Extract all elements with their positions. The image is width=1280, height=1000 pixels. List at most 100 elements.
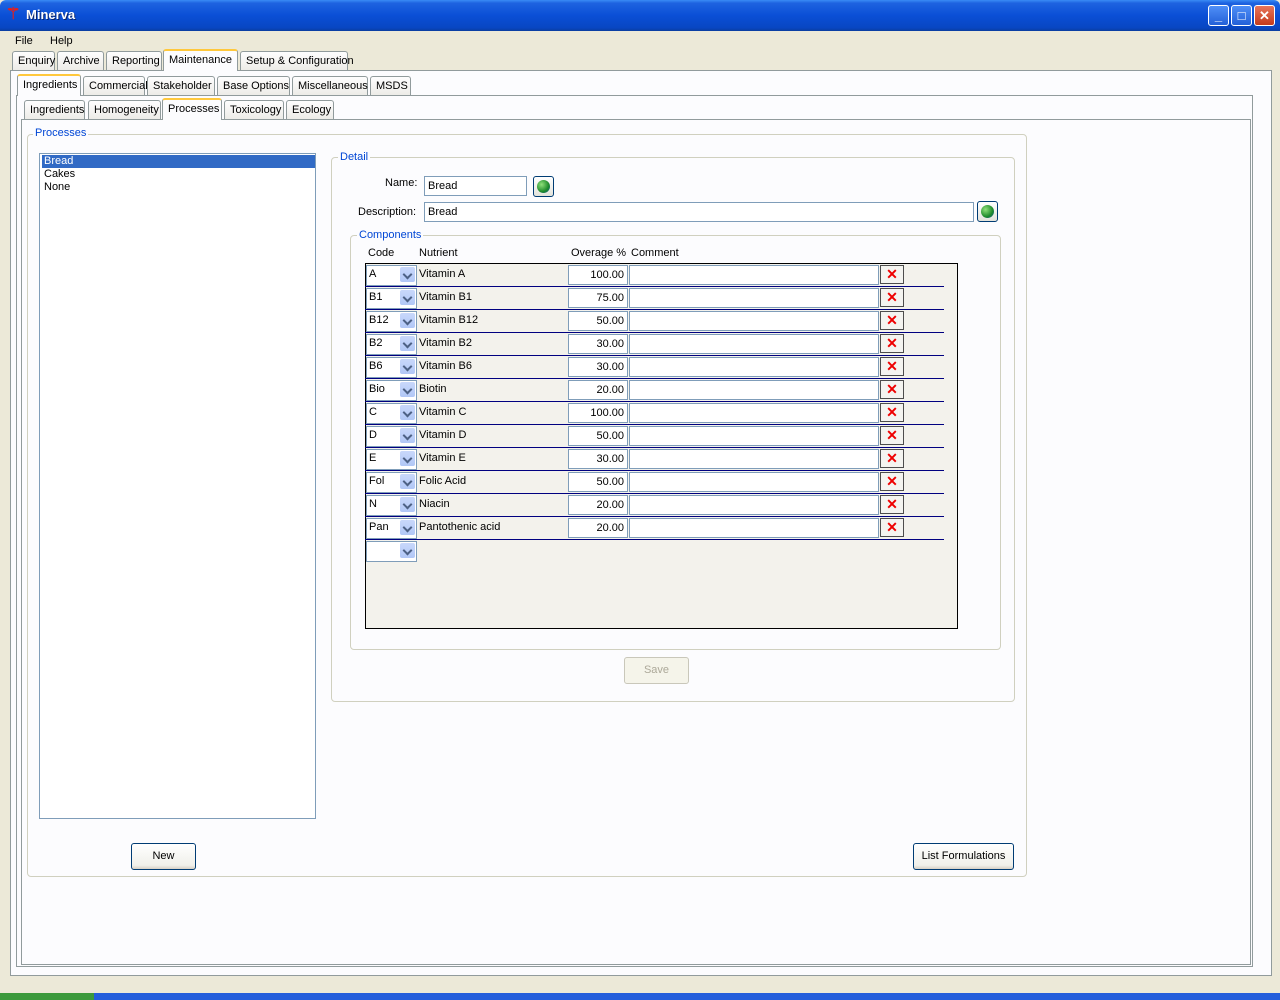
overage-input[interactable]: 100.00 [568,403,628,423]
tab-msds[interactable]: MSDS [370,76,411,96]
chevron-down-icon[interactable] [400,497,415,512]
description-translate-globe-icon[interactable] [977,201,998,222]
comment-input[interactable] [629,472,879,492]
tab-ingredients[interactable]: Ingredients [24,100,85,120]
tab-toxicology[interactable]: Toxicology [224,100,284,120]
code-combobox[interactable]: Bio [366,380,417,401]
save-button[interactable]: Save [624,657,689,684]
delete-row-icon[interactable]: ✕ [880,426,904,445]
chevron-down-icon[interactable] [400,382,415,397]
code-combobox[interactable]: B12 [366,311,417,332]
chevron-down-icon[interactable] [400,336,415,351]
chevron-down-icon[interactable] [400,290,415,305]
chevron-down-icon[interactable] [400,267,415,282]
delete-row-icon[interactable]: ✕ [880,472,904,491]
code-combobox[interactable]: Pan [366,518,417,539]
tab-commercial[interactable]: Commercial [83,76,148,96]
tab-setup-configuration[interactable]: Setup & Configuration [240,51,354,71]
comment-input[interactable] [629,426,879,446]
name-translate-globe-icon[interactable] [533,176,554,197]
delete-row-icon[interactable]: ✕ [880,357,904,376]
menu-file[interactable]: File [15,35,33,47]
delete-row-icon[interactable]: ✕ [880,403,904,422]
close-button[interactable]: ✕ [1254,5,1275,26]
tab-enquiry[interactable]: Enquiry [12,51,55,71]
comment-input[interactable] [629,495,879,515]
delete-row-icon[interactable]: ✕ [880,449,904,468]
overage-input[interactable]: 20.00 [568,518,628,538]
overage-input[interactable]: 20.00 [568,380,628,400]
delete-row-icon[interactable]: ✕ [880,518,904,537]
comment-input[interactable] [629,357,879,377]
code-combobox[interactable]: B6 [366,357,417,378]
row-separator [365,332,944,333]
overage-input[interactable]: 75.00 [568,288,628,308]
list-item[interactable]: Cakes [42,168,315,181]
list-item[interactable]: None [42,181,315,194]
name-input[interactable]: Bread [424,176,527,196]
start-button[interactable] [0,993,94,1000]
delete-row-icon[interactable]: ✕ [880,380,904,399]
tab-reporting[interactable]: Reporting [106,51,162,71]
overage-input[interactable]: 100.00 [568,265,628,285]
row-separator [365,539,944,540]
chevron-down-icon[interactable] [400,451,415,466]
delete-row-icon[interactable]: ✕ [880,288,904,307]
chevron-down-icon[interactable] [400,313,415,328]
chevron-down-icon[interactable] [400,520,415,535]
chevron-down-icon[interactable] [400,405,415,420]
chevron-down-icon[interactable] [400,428,415,443]
minimize-button[interactable]: _ [1208,5,1229,26]
tab-archive[interactable]: Archive [57,51,104,71]
menu-help[interactable]: Help [50,35,73,47]
code-combobox[interactable]: B1 [366,288,417,309]
overage-input[interactable]: 50.00 [568,472,628,492]
comment-input[interactable] [629,518,879,538]
chevron-down-icon[interactable] [400,543,415,558]
row-separator [365,309,944,310]
app-logo-icon: ⚚ [6,6,21,23]
overage-input[interactable]: 30.00 [568,334,628,354]
tab-homogeneity[interactable]: Homogeneity [88,100,161,120]
tab-miscellaneous[interactable]: Miscellaneous [292,76,368,96]
tab-ecology[interactable]: Ecology [286,100,334,120]
code-combobox[interactable]: E [366,449,417,470]
code-combobox[interactable]: B2 [366,334,417,355]
tab-stakeholder[interactable]: Stakeholder [147,76,215,96]
new-code-combobox[interactable] [366,541,417,562]
comment-input[interactable] [629,311,879,331]
comment-input[interactable] [629,288,879,308]
delete-row-icon[interactable]: ✕ [880,334,904,353]
tab-maintenance[interactable]: Maintenance [163,49,238,71]
code-combobox[interactable]: D [366,426,417,447]
comment-input[interactable] [629,449,879,469]
comment-input[interactable] [629,403,879,423]
overage-input[interactable]: 30.00 [568,449,628,469]
comment-input[interactable] [629,380,879,400]
description-input[interactable]: Bread [424,202,974,222]
code-value: E [369,452,377,464]
overage-input[interactable]: 50.00 [568,311,628,331]
overage-input[interactable]: 20.00 [568,495,628,515]
list-formulations-button[interactable]: List Formulations [913,843,1014,870]
comment-input[interactable] [629,334,879,354]
delete-row-icon[interactable]: ✕ [880,495,904,514]
process-list[interactable]: Bread Cakes None [39,153,316,819]
overage-input[interactable]: 50.00 [568,426,628,446]
list-item[interactable]: Bread [42,155,315,168]
code-combobox[interactable]: Fol [366,472,417,493]
code-combobox[interactable]: C [366,403,417,424]
new-button[interactable]: New [131,843,196,870]
tab-base-options[interactable]: Base Options [217,76,290,96]
chevron-down-icon[interactable] [400,474,415,489]
comment-input[interactable] [629,265,879,285]
tab-processes[interactable]: Processes [162,98,222,120]
code-combobox[interactable]: N [366,495,417,516]
delete-row-icon[interactable]: ✕ [880,311,904,330]
delete-row-icon[interactable]: ✕ [880,265,904,284]
overage-input[interactable]: 30.00 [568,357,628,377]
maximize-button[interactable]: □ [1231,5,1252,26]
chevron-down-icon[interactable] [400,359,415,374]
code-combobox[interactable]: A [366,265,417,286]
tab-ingredients-main[interactable]: Ingredients [17,74,81,96]
